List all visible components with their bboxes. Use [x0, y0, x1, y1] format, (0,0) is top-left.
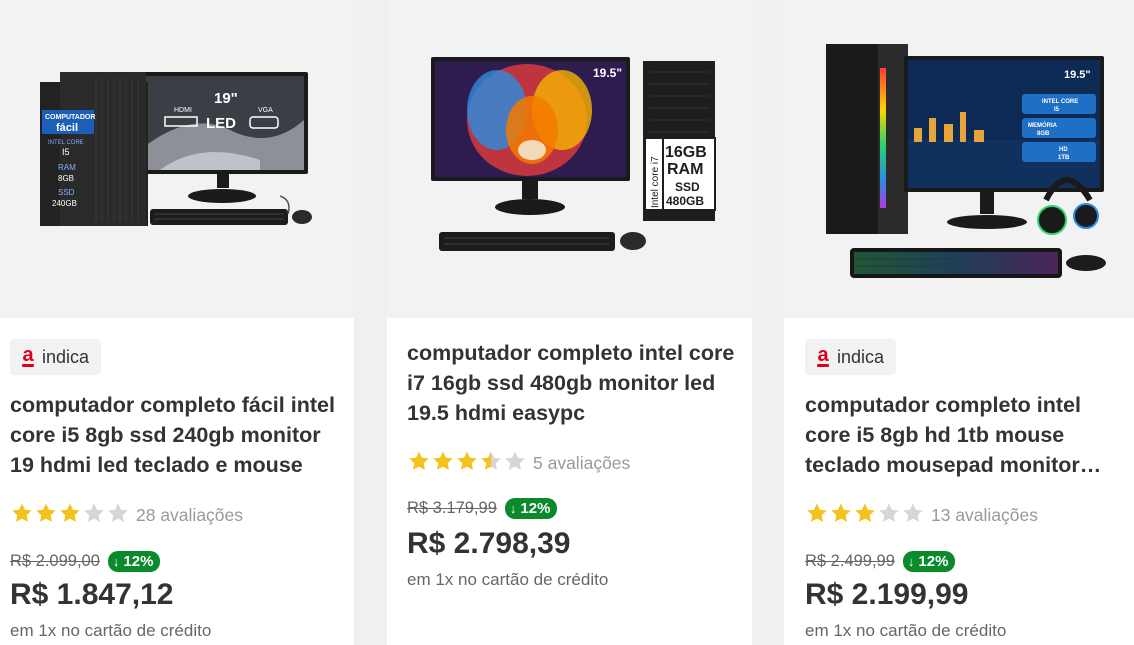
star-icon: [58, 501, 82, 525]
arrow-down-icon: ↓: [112, 554, 120, 569]
cpu-label: INTEL CORE: [48, 140, 84, 146]
ram-size-text: 16GB: [665, 144, 707, 161]
old-price-row: R$ 3.179,99 ↓ 12%: [407, 498, 558, 519]
installment-text: em 1x no cartão de crédito: [10, 621, 212, 640]
badge-label: indica: [837, 346, 885, 367]
arrow-down-icon: ↓: [907, 554, 915, 569]
discount-value: 12%: [520, 500, 551, 517]
arrow-down-icon: ↓: [509, 501, 517, 516]
rating: 28 avaliações: [10, 501, 243, 530]
product-title[interactable]: computador completo intel core i5 8gb hd…: [805, 390, 1125, 480]
brand-text: fácil: [56, 122, 78, 134]
installment-text: em 1x no cartão de crédito: [805, 621, 1007, 640]
spec-memory-label: MEMÓRIA: [1028, 121, 1058, 129]
monitor-size-text: 19.5": [1064, 69, 1091, 81]
product-card-1[interactable]: 19" HDMI LED VGA COMPUTADOR fácil INTEL …: [0, 0, 354, 645]
star-rating: [407, 449, 527, 478]
star-icon: [431, 449, 455, 473]
indica-badge: a indica: [805, 339, 897, 375]
spec-hd-value: 1TB: [1058, 155, 1070, 161]
product-image-3[interactable]: 19.5" INTEL CORE I5 MEMÓRIA 8GB HD 1TB: [784, 0, 1134, 318]
product-image-2[interactable]: 19.5" Intel core i7 16GB RAM SSD 480GB: [387, 0, 752, 318]
star-icon: [877, 501, 901, 525]
rating: 13 avaliações: [805, 501, 1038, 530]
star-icon: [503, 449, 527, 473]
star-icon: [901, 501, 925, 525]
star-rating: [10, 501, 130, 530]
review-count: 13 avaliações: [931, 505, 1039, 525]
star-icon: [853, 501, 877, 525]
led-label: LED: [206, 115, 236, 132]
product-title[interactable]: computador completo fácil intel core i5 …: [10, 390, 344, 480]
ssd-value: 240GB: [52, 199, 77, 208]
spec-memory-value: 8GB: [1037, 131, 1050, 137]
price: R$ 2.798,39: [407, 527, 571, 560]
discount-badge: ↓ 12%: [107, 551, 161, 572]
old-price-row: R$ 2.099,00 ↓ 12%: [10, 551, 161, 572]
star-icon: [455, 449, 479, 473]
star-icon: [805, 501, 829, 525]
star-rating: [805, 501, 925, 530]
ssd-label: SSD: [675, 180, 700, 194]
cpu-value: I5: [62, 147, 70, 157]
old-price-row: R$ 2.499,99 ↓ 12%: [805, 551, 956, 572]
star-icon: [106, 501, 130, 525]
cpu-text: Intel core i7: [650, 156, 661, 208]
brand-top-text: COMPUTADOR: [45, 114, 95, 121]
discount-badge: ↓ 12%: [902, 551, 956, 572]
spec-cpu-value: I5: [1054, 107, 1060, 113]
star-icon: [34, 501, 58, 525]
ram-value: 8GB: [58, 174, 74, 183]
discount-badge: ↓ 12%: [504, 498, 558, 519]
review-count: 5 avaliações: [533, 453, 631, 473]
star-icon: [479, 449, 503, 473]
old-price: R$ 3.179,99: [407, 499, 497, 517]
brand-a-icon: a: [817, 344, 829, 367]
monitor-size-text: 19": [214, 90, 238, 107]
installment-text: em 1x no cartão de crédito: [407, 570, 609, 589]
rating: 5 avaliações: [407, 449, 630, 478]
old-price: R$ 2.499,99: [805, 552, 895, 570]
ssd-label: SSD: [58, 188, 75, 197]
star-icon: [82, 501, 106, 525]
star-icon: [407, 449, 431, 473]
old-price: R$ 2.099,00: [10, 552, 100, 570]
indica-badge: a indica: [10, 339, 102, 375]
ssd-size-text: 480GB: [666, 194, 704, 208]
vga-label: VGA: [258, 107, 273, 114]
price: R$ 1.847,12: [10, 578, 174, 611]
discount-value: 12%: [123, 553, 154, 570]
spec-cpu-label: INTEL CORE: [1042, 99, 1078, 105]
star-icon: [829, 501, 853, 525]
brand-a-icon: a: [22, 344, 34, 367]
product-title[interactable]: computador completo intel core i7 16gb s…: [407, 338, 735, 428]
price: R$ 2.199,99: [805, 578, 969, 611]
product-card-3[interactable]: 19.5" INTEL CORE I5 MEMÓRIA 8GB HD 1TB a…: [784, 0, 1134, 645]
badge-label: indica: [42, 346, 90, 367]
star-icon: [10, 501, 34, 525]
product-card-2[interactable]: 19.5" Intel core i7 16GB RAM SSD 480GB c…: [387, 0, 752, 645]
review-count: 28 avaliações: [136, 505, 244, 525]
ram-label: RAM: [58, 163, 76, 172]
monitor-size-text: 19.5": [593, 66, 622, 80]
discount-value: 12%: [918, 553, 949, 570]
hdmi-label: HDMI: [174, 107, 192, 114]
product-image-1[interactable]: 19" HDMI LED VGA COMPUTADOR fácil INTEL …: [0, 0, 354, 318]
ram-label: RAM: [667, 161, 703, 178]
spec-hd-label: HD: [1059, 147, 1068, 153]
